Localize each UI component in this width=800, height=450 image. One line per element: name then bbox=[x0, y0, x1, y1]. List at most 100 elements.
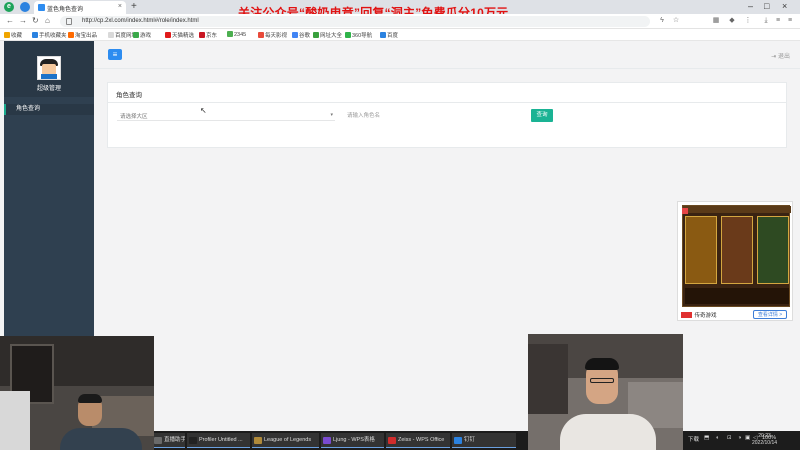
bookmark-item[interactable]: 百度 bbox=[380, 31, 398, 39]
url-text: http://cp.2xl.com/index.html#/role/index… bbox=[82, 18, 199, 24]
bookmark-label: 手机收藏夹 bbox=[39, 33, 67, 39]
menu-toggle-button[interactable]: ≡ bbox=[108, 49, 122, 60]
query-button[interactable]: 查询 bbox=[531, 109, 553, 122]
bookmark-item[interactable]: 淘宝出品 bbox=[68, 31, 97, 39]
tray-icon[interactable]: ◑ bbox=[738, 435, 741, 441]
minimize-icon[interactable]: – bbox=[748, 1, 753, 11]
bookmark-icon bbox=[165, 32, 171, 38]
extension-icon[interactable]: ▦ bbox=[712, 17, 720, 25]
ad-game-image bbox=[682, 205, 791, 307]
download-icon[interactable]: ⤓ bbox=[762, 17, 770, 25]
bookmark-item[interactable]: 网址大全 bbox=[313, 31, 342, 39]
ad-brand-logo-icon bbox=[681, 312, 692, 318]
bookmark-item[interactable]: 每天影视 bbox=[258, 31, 287, 39]
bookmark-icon bbox=[133, 32, 139, 38]
tray-icon[interactable]: ◐ bbox=[716, 435, 719, 441]
browser-logo-icon[interactable]: e bbox=[4, 2, 14, 12]
floating-ad[interactable]: 传奇游戏 查看详情 > bbox=[677, 201, 793, 321]
taskbar-app-icon bbox=[254, 437, 262, 444]
taskbar-app[interactable]: League of Legends bbox=[252, 433, 319, 448]
taskbar-app-label: Profiler Untitled ... bbox=[199, 437, 243, 443]
settings-icon[interactable]: ≡ bbox=[774, 17, 782, 25]
cam-left-person-body bbox=[60, 428, 142, 450]
sidebar-item-role-query[interactable]: 角色查询 bbox=[4, 104, 94, 115]
avatar[interactable] bbox=[37, 56, 61, 80]
ad-image-bottom bbox=[685, 288, 789, 304]
bookmark-label: 淘宝出品 bbox=[75, 33, 98, 39]
taskbar-app[interactable]: 钉钉 bbox=[452, 433, 516, 448]
shield-icon[interactable]: ◆ bbox=[728, 17, 736, 25]
ad-image-topbar bbox=[683, 206, 791, 213]
ad-brand-label: 传奇游戏 bbox=[694, 313, 717, 319]
bookmark-item[interactable]: 谷歌 bbox=[292, 31, 310, 39]
logout-link[interactable]: ⇥ 退出 bbox=[771, 51, 790, 60]
bookmark-item[interactable]: 手机收藏夹 bbox=[32, 31, 67, 39]
bookmark-label: 谷歌 bbox=[299, 33, 311, 39]
ad-card-middle bbox=[721, 216, 753, 284]
bookmark-icon bbox=[32, 32, 38, 38]
bookmark-icon bbox=[258, 32, 264, 38]
cam-left-chair bbox=[0, 391, 30, 450]
username: 超级管理 bbox=[36, 86, 61, 92]
bookmark-label: 2345 bbox=[234, 32, 247, 38]
ad-details-button[interactable]: 查看详情 > bbox=[753, 310, 787, 319]
tray-icon[interactable]: 下载 bbox=[688, 435, 699, 443]
bookmark-item[interactable]: 京东 bbox=[199, 31, 217, 39]
taskbar-app[interactable]: Zeiss - WPS Office bbox=[386, 433, 450, 448]
cam-right-person-body bbox=[560, 414, 656, 450]
ad-card-left bbox=[685, 216, 717, 284]
lock-icon bbox=[66, 18, 72, 25]
bookmark-item[interactable]: 360导航 bbox=[345, 31, 372, 39]
tray-icon[interactable]: ▣ bbox=[745, 435, 750, 441]
home-icon[interactable]: ⌂ bbox=[45, 16, 50, 25]
menu-dots-icon[interactable]: ⋮ bbox=[744, 17, 752, 25]
window-close-icon[interactable]: × bbox=[782, 1, 787, 11]
tab-title: 蓝色角色查询 bbox=[47, 7, 84, 13]
role-name-input[interactable] bbox=[344, 110, 524, 121]
new-tab-button[interactable]: + bbox=[131, 0, 137, 13]
bookmark-item[interactable]: 收藏 bbox=[4, 31, 22, 39]
bookmark-label: 网址大全 bbox=[320, 33, 343, 39]
bookmark-icon bbox=[199, 32, 205, 38]
ad-brand: 传奇游戏 bbox=[681, 311, 717, 319]
logout-icon: ⇥ bbox=[771, 54, 777, 60]
taskbar-app[interactable]: Profiler Untitled ... bbox=[187, 433, 250, 448]
maximize-icon[interactable]: □ bbox=[764, 1, 769, 11]
taskbar-app-label: Zeiss - WPS Office bbox=[398, 437, 445, 443]
forward-icon[interactable]: → bbox=[19, 16, 27, 25]
bookmark-item[interactable]: 2345 bbox=[227, 31, 246, 38]
more-icon[interactable]: ≡ bbox=[786, 17, 794, 25]
reload-icon[interactable]: ↻ bbox=[32, 16, 39, 25]
bookmark-label: 百度 bbox=[387, 33, 399, 39]
bookmark-item[interactable]: 天猫精选 bbox=[165, 31, 194, 39]
bookmark-label: 游戏 bbox=[140, 33, 152, 39]
bookmark-icon bbox=[227, 31, 233, 37]
taskbar-app-label: 直播助手 - ... bbox=[164, 437, 185, 443]
lightning-icon[interactable]: ϟ bbox=[658, 17, 666, 25]
url-field[interactable]: http://cp.2xl.com/index.html#/role/index… bbox=[60, 16, 650, 27]
taskbar-app[interactable]: 直播助手 - ... bbox=[152, 433, 185, 448]
ad-close-icon[interactable] bbox=[682, 208, 688, 214]
tray-icon[interactable]: ⊡ bbox=[727, 435, 732, 441]
browser-tab[interactable]: 蓝色角色查询 × bbox=[34, 1, 126, 14]
star-icon[interactable]: ☆ bbox=[672, 17, 680, 25]
close-icon[interactable]: × bbox=[118, 3, 122, 10]
cam-right-door bbox=[528, 344, 568, 414]
cam-right-person-hair bbox=[585, 358, 619, 370]
taskbar-app[interactable]: Ljung - WPS表格 bbox=[321, 433, 384, 448]
tray-icon[interactable]: ⬒ bbox=[704, 435, 709, 441]
taskbar-app-label: 钉钉 bbox=[464, 437, 476, 443]
bookmark-label: 京东 bbox=[206, 33, 218, 39]
browser-profile-icon[interactable] bbox=[20, 2, 30, 12]
bookmark-item[interactable]: 游戏 bbox=[133, 31, 151, 39]
mouse-cursor-icon: ↖ bbox=[200, 106, 207, 115]
back-icon[interactable]: ← bbox=[6, 16, 14, 25]
bookmark-icon bbox=[292, 32, 298, 38]
bookmark-label: 天猫精选 bbox=[172, 33, 195, 39]
clock-time: 20:23 bbox=[758, 433, 771, 439]
region-select[interactable]: 请选择大区 ▾ bbox=[117, 110, 335, 121]
taskbar-clock[interactable]: 20:23 2022/10/14 bbox=[752, 433, 777, 447]
bookmark-label: 每天影视 bbox=[265, 33, 288, 39]
panel-divider bbox=[108, 102, 786, 103]
bookmarks-bar: 收藏 手机收藏夹 淘宝出品 百度网址 游戏 天猫精选 京东 2345 每天影视 谷歌 网址大全 360… bbox=[0, 29, 800, 41]
